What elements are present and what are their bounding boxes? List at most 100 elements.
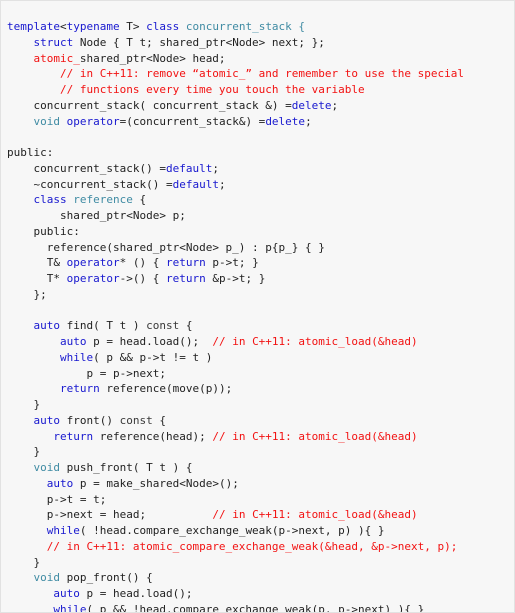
- token-comment: // functions every time you touch the va…: [59, 83, 365, 96]
- token-plain: T&: [46, 256, 67, 270]
- code-line: public:: [7, 145, 514, 161]
- code-line: return reference(move(p));: [7, 381, 514, 397]
- token-plain: reference(shared_ptr<Node> p_) : p{p_} {…: [46, 240, 325, 254]
- code-line: }: [7, 555, 514, 571]
- code-listing[interactable]: template<typename T> class concurrent_st…: [7, 19, 514, 612]
- token-plain: }: [33, 555, 41, 569]
- token-keyword: auto: [53, 587, 80, 600]
- token-plain: ;: [331, 98, 339, 112]
- token-plain: pop_front() {: [60, 571, 153, 585]
- token-plain: }: [33, 445, 41, 459]
- code-line: class reference {: [7, 192, 514, 208]
- token-plain: concurrent_stack( concurrent_stack &) =: [33, 98, 292, 112]
- token-plain: reference(move(p));: [99, 382, 233, 396]
- token-keyword: typename: [66, 20, 120, 33]
- token-plain: T*: [46, 272, 67, 285]
- code-line: void operator=(concurrent_stack&) =delet…: [7, 114, 514, 130]
- token-plain: shared_ptr<Node> p;: [59, 209, 186, 222]
- token-keyword: operator: [66, 114, 120, 128]
- token-plain: reference(head);: [93, 429, 213, 443]
- token-plain: {: [132, 193, 147, 207]
- token-punct: {: [291, 20, 306, 33]
- code-line: };: [7, 287, 514, 303]
- token-type: reference: [73, 193, 133, 207]
- token-plain: find( T t ): [60, 319, 147, 333]
- token-plain: ;: [305, 114, 312, 128]
- token-plain: ;: [218, 177, 226, 191]
- token-keyword: delete: [291, 98, 332, 112]
- code-line: void push_front( T t ) {: [7, 460, 514, 476]
- code-line: auto find( T t ) const {: [7, 318, 514, 334]
- token-keyword: return: [53, 429, 94, 443]
- token-keyword: delete: [265, 114, 306, 128]
- token-plain: ( p && p->t != t ): [93, 350, 213, 364]
- token-punct: <: [59, 20, 67, 33]
- token-plain: ->() {: [119, 272, 166, 285]
- token-keyword: operator: [66, 272, 120, 285]
- code-line: }: [7, 444, 514, 460]
- code-line: auto p = head.load();: [7, 586, 514, 602]
- token-keyword: return: [165, 272, 206, 285]
- token-plain: front(): [60, 413, 120, 427]
- code-line: while( p && !head.compare_exchange_weak(…: [7, 602, 514, 612]
- token-keyword: struct: [33, 35, 74, 49]
- code-line: auto p = make_shared<Node>();: [7, 476, 514, 492]
- code-line: template<typename T> class concurrent_st…: [7, 19, 514, 35]
- code-line: struct Node { T t; shared_ptr<Node> next…: [7, 35, 514, 51]
- token-keyword: operator: [66, 256, 120, 270]
- token-plain: public:: [33, 224, 80, 238]
- code-line: void pop_front() {: [7, 570, 514, 586]
- token-plain: p->t; }: [205, 256, 259, 270]
- token-plain: push_front( T t ) {: [60, 461, 193, 474]
- code-line: public:: [7, 224, 514, 240]
- token-keyword: auto: [46, 476, 74, 490]
- token-comment: // in C++11: atomic_load(&head): [212, 429, 418, 443]
- token-comment: // in C++11: atomic_load(&head): [212, 508, 418, 522]
- code-line: T* operator->() { return &p->t; }: [7, 271, 514, 287]
- token-plain: {: [179, 319, 193, 333]
- code-line: auto front() const {: [7, 413, 514, 429]
- token-comment: // in C++11: atomic_load(&head): [212, 335, 418, 348]
- token-plain: T>: [119, 20, 147, 33]
- token-keyword-void: void: [33, 461, 61, 474]
- code-line: atomic_shared_ptr<Node> head;: [7, 51, 514, 67]
- code-line: concurrent_stack( concurrent_stack &) =d…: [7, 98, 514, 114]
- code-slide: template<typename T> class concurrent_st…: [0, 0, 515, 613]
- code-line: ~concurrent_stack() =default;: [7, 177, 514, 193]
- token-plain: {: [152, 413, 166, 427]
- token-keyword-void: void: [33, 571, 61, 585]
- token-plain: concurrent_stack() =: [33, 161, 166, 175]
- token-keyword: while: [46, 524, 80, 537]
- code-line: auto p = head.load(); // in C++11: atomi…: [7, 334, 514, 350]
- code-line: // in C++11: remove “atomic_” and rememb…: [7, 66, 514, 82]
- token-plain: };: [33, 287, 47, 301]
- code-line: return reference(head); // in C++11: ato…: [7, 429, 514, 445]
- token-plain: p = head.load();: [86, 335, 213, 348]
- token-plain: }: [33, 398, 41, 411]
- token-emphasis-atomic: atomic_: [33, 51, 80, 65]
- token-plain: Node { T t; shared_ptr<Node> next; };: [73, 35, 325, 49]
- token-keyword: return: [165, 256, 206, 270]
- code-line: p->t = t;: [7, 492, 514, 508]
- token-keyword: auto: [33, 319, 61, 333]
- token-plain: * () {: [119, 256, 166, 270]
- token-type: concurrent_stack: [185, 20, 292, 33]
